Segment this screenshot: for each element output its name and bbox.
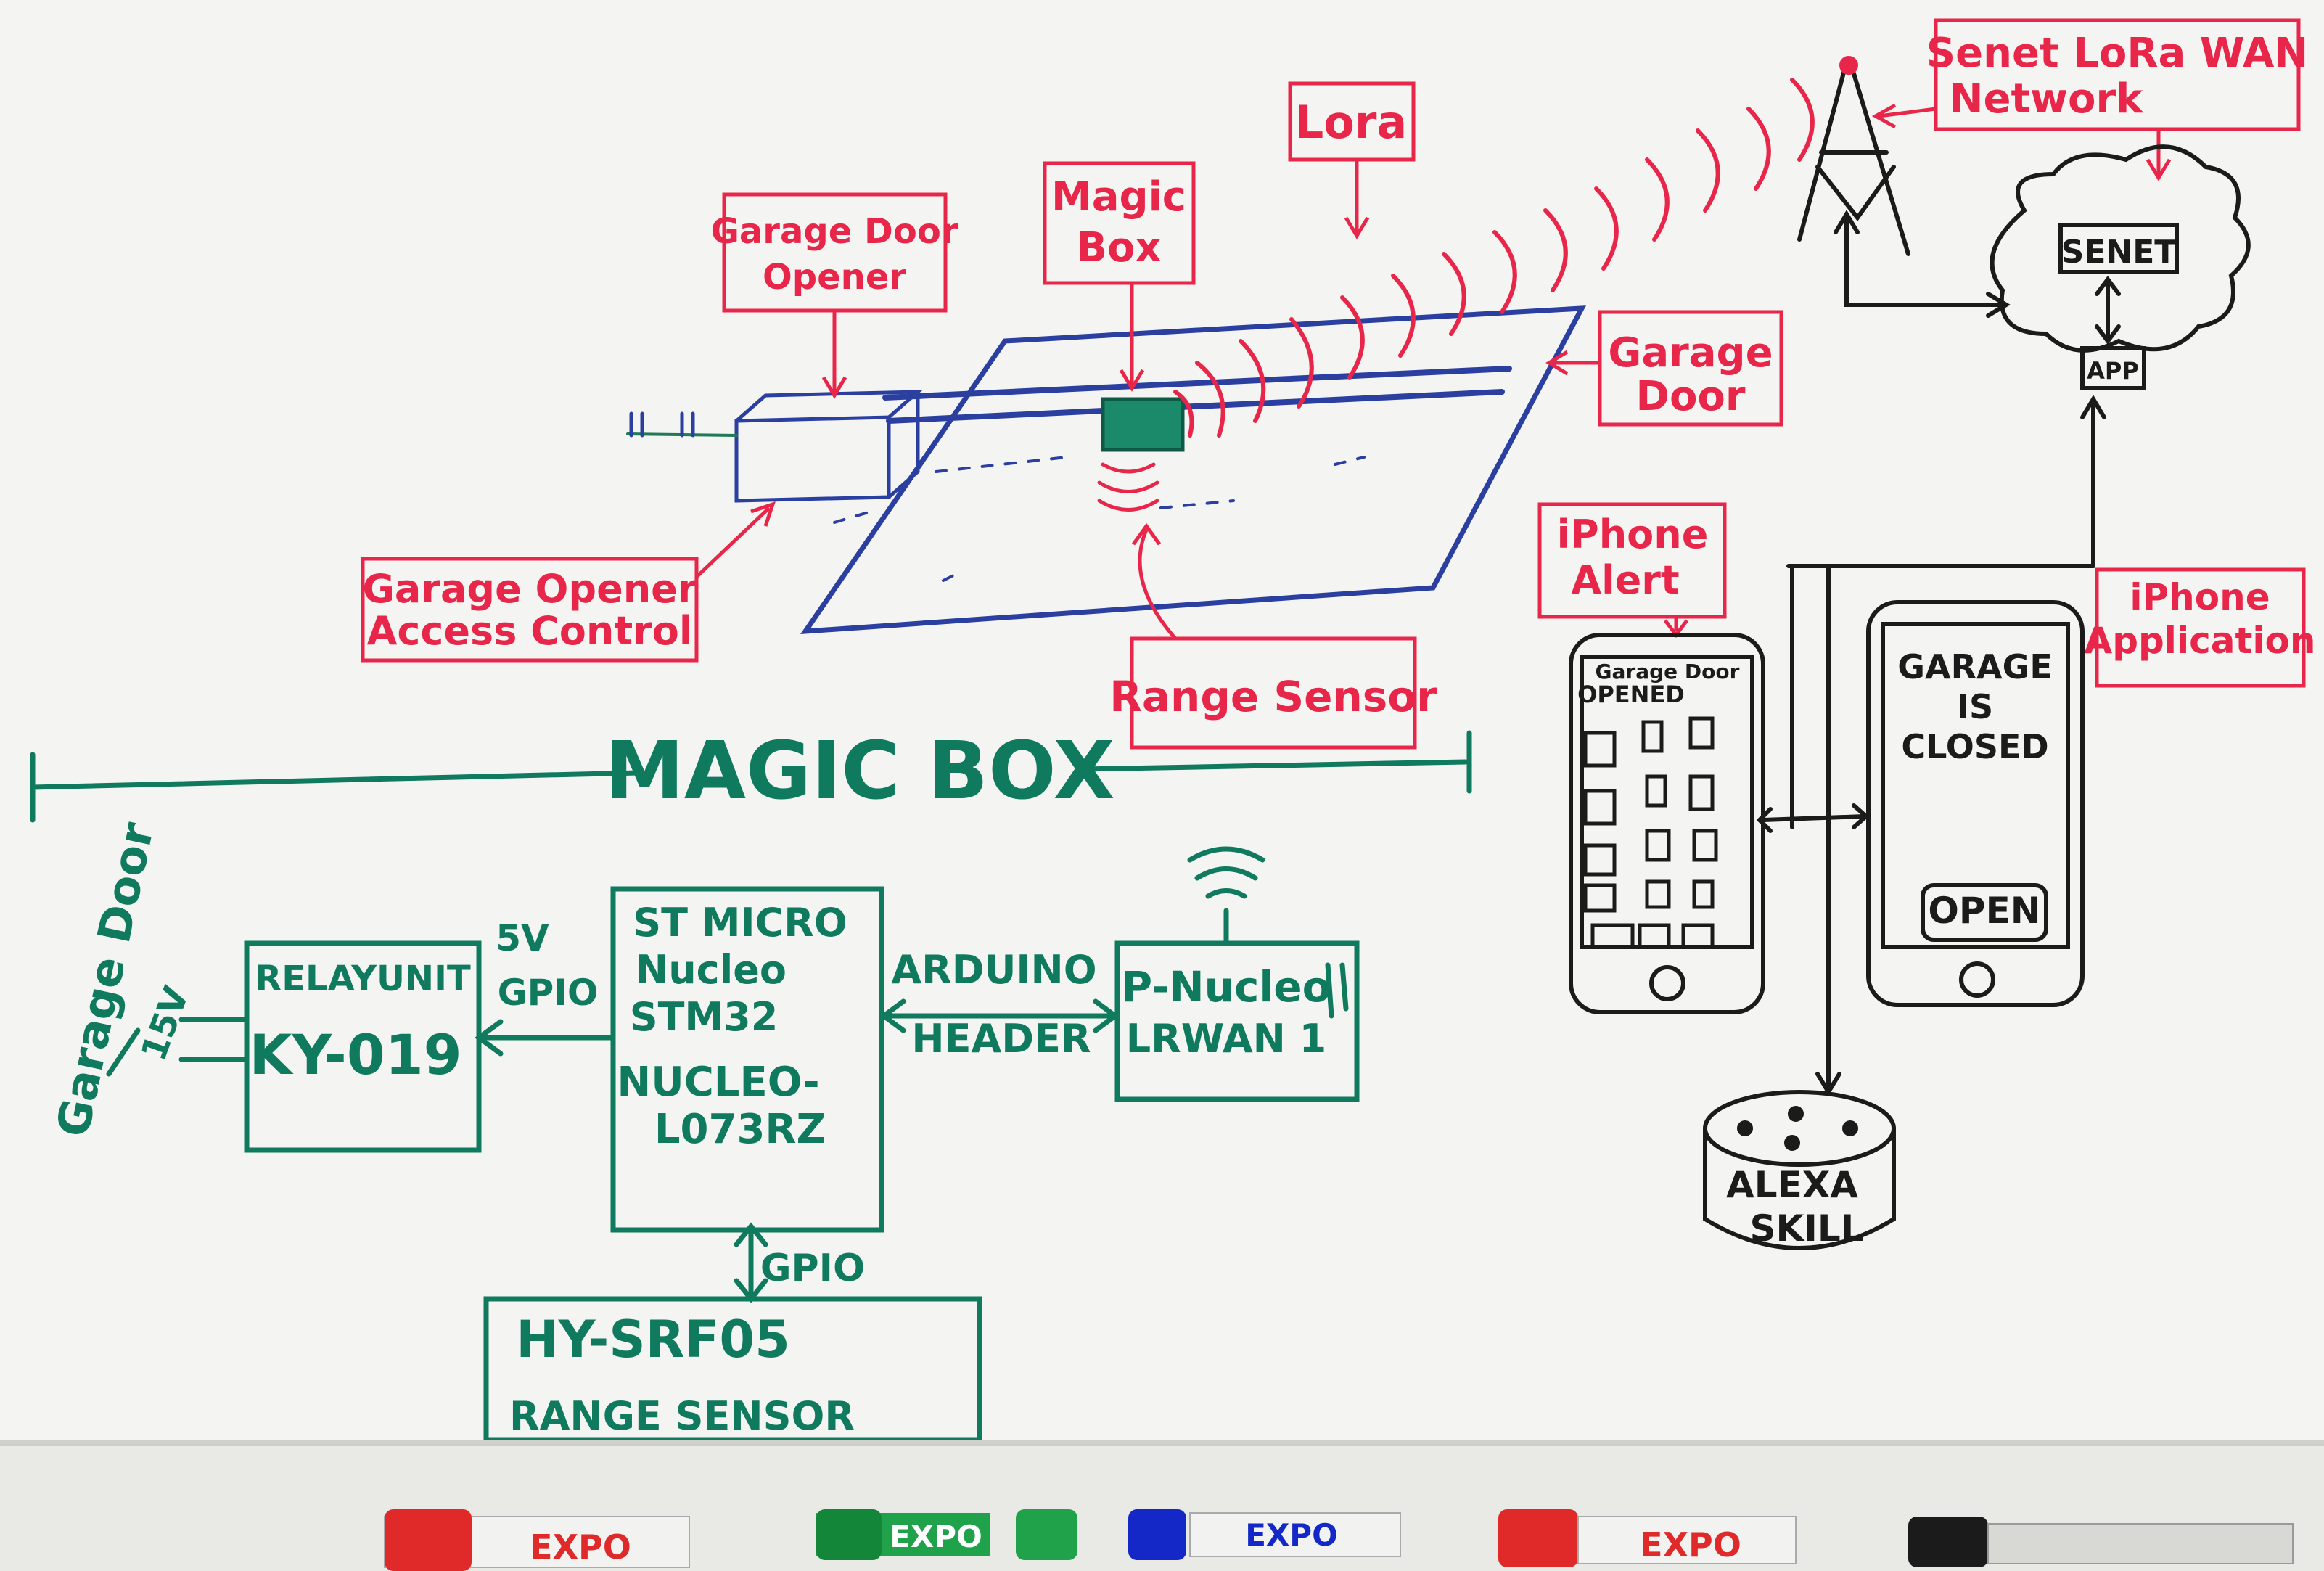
green-marker: EXPO — [816, 1509, 1077, 1560]
label-range-sensor: Range Sensor — [1109, 672, 1437, 721]
label-magic-box-2: Box — [1076, 224, 1161, 271]
label-opener-access-control-1: Garage Opener — [363, 566, 697, 612]
bus-label-2: HEADER — [911, 1016, 1091, 1062]
block-title: MAGIC BOX — [604, 724, 1114, 817]
label-iphone-application-2: Application — [2085, 620, 2316, 662]
relay-signal-gpio: GPIO — [498, 972, 599, 1014]
range-sensor-waves — [1097, 462, 1159, 512]
opener-box — [734, 390, 923, 503]
bus-label-1: ARDUINO — [891, 947, 1096, 993]
phone-app-text-1: GARAGE — [1897, 647, 2053, 686]
relay-label-1: RELAYUNIT — [255, 959, 471, 999]
open-button-label: OPEN — [1928, 890, 2040, 932]
marker-brand-2: EXPO — [890, 1519, 982, 1554]
label-garage-door-1: Garage — [1608, 329, 1773, 377]
label-senet-network-1: Senet LoRa WAN — [1926, 30, 2308, 77]
phone-app-text-2: IS — [1957, 687, 1993, 726]
voltage-15-label: 15V — [134, 981, 197, 1066]
marker-brand-3: EXPO — [1245, 1517, 1338, 1553]
mcu-label-3: STM32 — [630, 994, 779, 1040]
cloud-senet-label: SENET — [2061, 234, 2177, 271]
marker-brand-1: EXPO — [530, 1527, 631, 1567]
mcu-label-1: ST MICRO — [633, 900, 847, 946]
mcu-label-4: NUCLEO- — [617, 1059, 819, 1106]
sensor-label-2: RANGE SENSOR — [509, 1393, 855, 1439]
lora-board-label-1: P-Nucleo — [1122, 962, 1331, 1012]
mcu-label-2: Nucleo — [636, 947, 787, 993]
phone-alert-app-grid — [1583, 716, 1718, 949]
label-garage-door-opener-1: Garage Door — [711, 211, 958, 252]
red-marker: EXPO — [384, 1509, 690, 1571]
label-iphone-application-1: iPhone — [2130, 576, 2270, 618]
relay-signal-5v: 5V — [496, 917, 549, 959]
magic-box-device — [1101, 397, 1185, 452]
label-iphone-alert-1: iPhone — [1557, 512, 1709, 557]
garage-door-outline — [800, 305, 1587, 634]
gpio-bottom-label: GPIO — [760, 1247, 865, 1290]
blue-marker: EXPO — [1128, 1509, 1401, 1560]
black-marker — [1908, 1517, 2294, 1567]
marker-tray: EXPO EXPO EXPO EXPO — [0, 1440, 2324, 1571]
label-senet-network-2: Network — [1950, 75, 2144, 123]
label-opener-access-control-2: Access Control — [367, 608, 693, 654]
label-garage-door-2: Door — [1635, 373, 1745, 420]
marker-brand-4: EXPO — [1640, 1525, 1741, 1564]
label-lora: Lora — [1295, 96, 1408, 149]
phone-alert-text-2: OPENED — [1577, 681, 1685, 708]
sensor-label-1: HY-SRF05 — [516, 1310, 790, 1369]
label-magic-box-1: Magic — [1051, 173, 1186, 221]
red-marker-2: EXPO — [1498, 1509, 1797, 1567]
alexa-label-1: ALEXA — [1726, 1164, 1858, 1206]
cloud-app-label: APP — [2087, 357, 2139, 385]
phone-app-text-3: CLOSED — [1901, 727, 2048, 766]
outlet-plug — [629, 411, 695, 438]
label-garage-door-opener-2: Opener — [763, 257, 906, 298]
garage-door-vertical-label: Garage Door — [46, 818, 164, 1141]
alexa-label-2: SKILL — [1749, 1207, 1863, 1250]
label-iphone-alert-2: Alert — [1571, 557, 1679, 603]
mcu-label-5: L073RZ — [654, 1106, 826, 1153]
cloud-bidirectional-arrow — [2095, 276, 2121, 345]
relay-label-2: KY-019 — [250, 1022, 462, 1087]
whiteboard: Garage Door Opener Magic Box Lora Senet … — [0, 0, 2324, 1571]
lora-board-label-2: LRWAN 1 — [1126, 1016, 1327, 1062]
